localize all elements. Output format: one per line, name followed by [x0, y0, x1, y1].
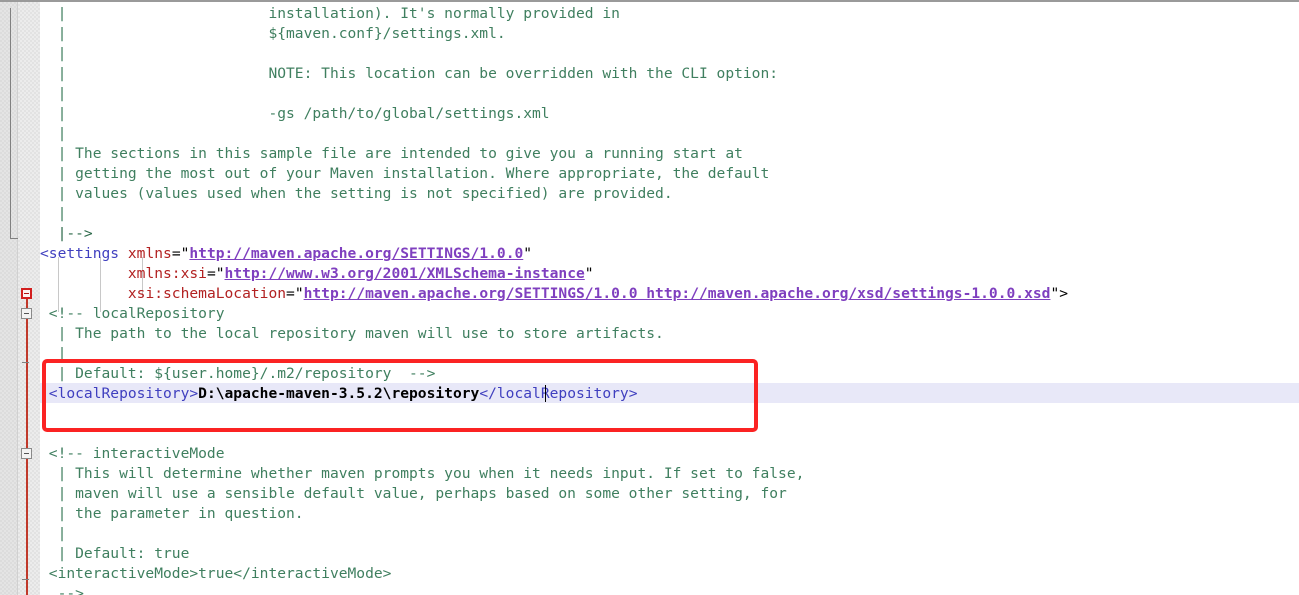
code-token: | ${maven.conf}/settings.xml. — [40, 25, 506, 42]
code-token: xmlns — [127, 245, 172, 262]
code-editor[interactable]: | installation). It's normally provided … — [0, 0, 1299, 595]
code-token: </localRepository> — [479, 385, 638, 402]
code-token: | — [40, 525, 67, 542]
code-line[interactable]: | maven will use a sensible default valu… — [40, 484, 787, 504]
fold-marker-localRepository-comment[interactable] — [21, 288, 32, 299]
code-token: "> — [1050, 285, 1069, 302]
code-token: | — [40, 45, 67, 62]
fold-region-tick — [22, 579, 29, 580]
fold-region-foot — [10, 238, 18, 239]
code-token: | Default: true — [40, 545, 190, 562]
code-line[interactable]: <interactiveMode>true</interactiveMode> — [40, 564, 392, 584]
fold-marker-localRepository[interactable] — [21, 308, 32, 319]
code-line[interactable]: | -gs /path/to/global/settings.xml — [40, 104, 550, 124]
code-content-area[interactable]: | installation). It's normally provided … — [40, 2, 1299, 595]
code-token: | values (values used when the setting i… — [40, 185, 673, 202]
code-token: <!-- localRepository — [40, 305, 225, 322]
code-line[interactable]: | The path to the local repository maven… — [40, 324, 664, 344]
code-token: http://maven.apache.org/SETTINGS/1.0.0 — [189, 245, 524, 262]
code-line[interactable]: xmlns:xsi="http://www.w3.org/2001/XMLSch… — [40, 264, 594, 284]
annotation-ruler[interactable] — [0, 2, 18, 595]
fold-region-line — [26, 299, 28, 595]
code-token: | — [40, 205, 67, 222]
code-token: | — [40, 85, 67, 102]
fold-region-tick — [22, 362, 29, 363]
code-line[interactable]: <!-- localRepository — [40, 304, 225, 324]
code-token: D:\apache-maven-3.5.2\repository — [198, 385, 480, 402]
code-line[interactable]: |--> — [40, 224, 93, 244]
code-line[interactable]: | — [40, 344, 67, 364]
code-token: | -gs /path/to/global/settings.xml — [40, 105, 550, 122]
code-token: | Default: ${user.home}/.m2/repository -… — [40, 365, 436, 382]
code-token: | maven will use a sensible default valu… — [40, 485, 787, 502]
code-line[interactable]: | This will determine whether maven prom… — [40, 464, 805, 484]
code-token: | The sections in this sample file are i… — [40, 145, 743, 162]
code-token: | NOTE: This location can be overridden … — [40, 65, 779, 82]
code-line[interactable]: xsi:schemaLocation="http://maven.apache.… — [40, 284, 1068, 304]
code-token: | installation). It's normally provided … — [40, 5, 620, 22]
code-token: | This will determine whether maven prom… — [40, 465, 805, 482]
code-token: | the parameter in question. — [40, 505, 304, 522]
code-line[interactable]: | the parameter in question. — [40, 504, 304, 524]
code-line[interactable]: | — [40, 204, 67, 224]
code-token: " — [523, 245, 533, 262]
code-line[interactable]: | ${maven.conf}/settings.xml. — [40, 24, 506, 44]
code-token: http://www.w3.org/2001/XMLSchema-instanc… — [224, 265, 585, 282]
code-line[interactable]: | values (values used when the setting i… — [40, 184, 673, 204]
code-line[interactable]: | Default: ${user.home}/.m2/repository -… — [40, 364, 436, 384]
code-token: =" — [171, 245, 190, 262]
minus-icon — [24, 453, 29, 454]
fold-region-line — [10, 8, 11, 238]
code-token: | — [40, 345, 67, 362]
code-line[interactable]: | — [40, 124, 67, 144]
code-token: =" — [286, 285, 304, 302]
code-token: --> — [40, 585, 84, 595]
minus-icon — [24, 313, 29, 314]
code-token: " — [584, 265, 594, 282]
code-line[interactable]: | — [40, 84, 67, 104]
code-token: | The path to the local repository maven… — [40, 325, 664, 342]
code-line[interactable]: | getting the most out of your Maven ins… — [40, 164, 770, 184]
code-line[interactable]: --> — [40, 584, 84, 595]
text-caret — [545, 385, 546, 402]
code-token: |--> — [40, 225, 93, 242]
code-token: http://maven.apache.org/SETTINGS/1.0.0 h… — [303, 285, 1051, 302]
code-token: <localRepository> — [40, 385, 199, 402]
minus-icon — [24, 293, 29, 294]
code-token: | getting the most out of your Maven ins… — [40, 165, 770, 182]
code-line[interactable]: <localRepository>D:\apache-maven-3.5.2\r… — [40, 384, 638, 404]
code-line[interactable]: | — [40, 524, 67, 544]
code-line[interactable]: | The sections in this sample file are i… — [40, 144, 743, 164]
code-token: xsi:schemaLocation — [127, 285, 287, 302]
code-line[interactable]: | installation). It's normally provided … — [40, 4, 620, 24]
code-line[interactable]: <!-- interactiveMode — [40, 444, 225, 464]
code-token: <settings — [40, 245, 128, 262]
code-line[interactable]: | — [40, 44, 67, 64]
code-line[interactable]: | Default: true — [40, 544, 190, 564]
code-token: =" — [206, 265, 225, 282]
code-token: <!-- interactiveMode — [40, 445, 225, 462]
code-token: | — [40, 125, 67, 142]
fold-marker-interactiveMode[interactable] — [21, 448, 32, 459]
code-token: xmlns:xsi — [127, 265, 207, 282]
code-line[interactable]: | NOTE: This location can be overridden … — [40, 64, 778, 84]
code-token: <interactiveMode>true</interactiveMode> — [40, 565, 392, 582]
code-line[interactable]: <settings xmlns="http://maven.apache.org… — [40, 244, 532, 264]
